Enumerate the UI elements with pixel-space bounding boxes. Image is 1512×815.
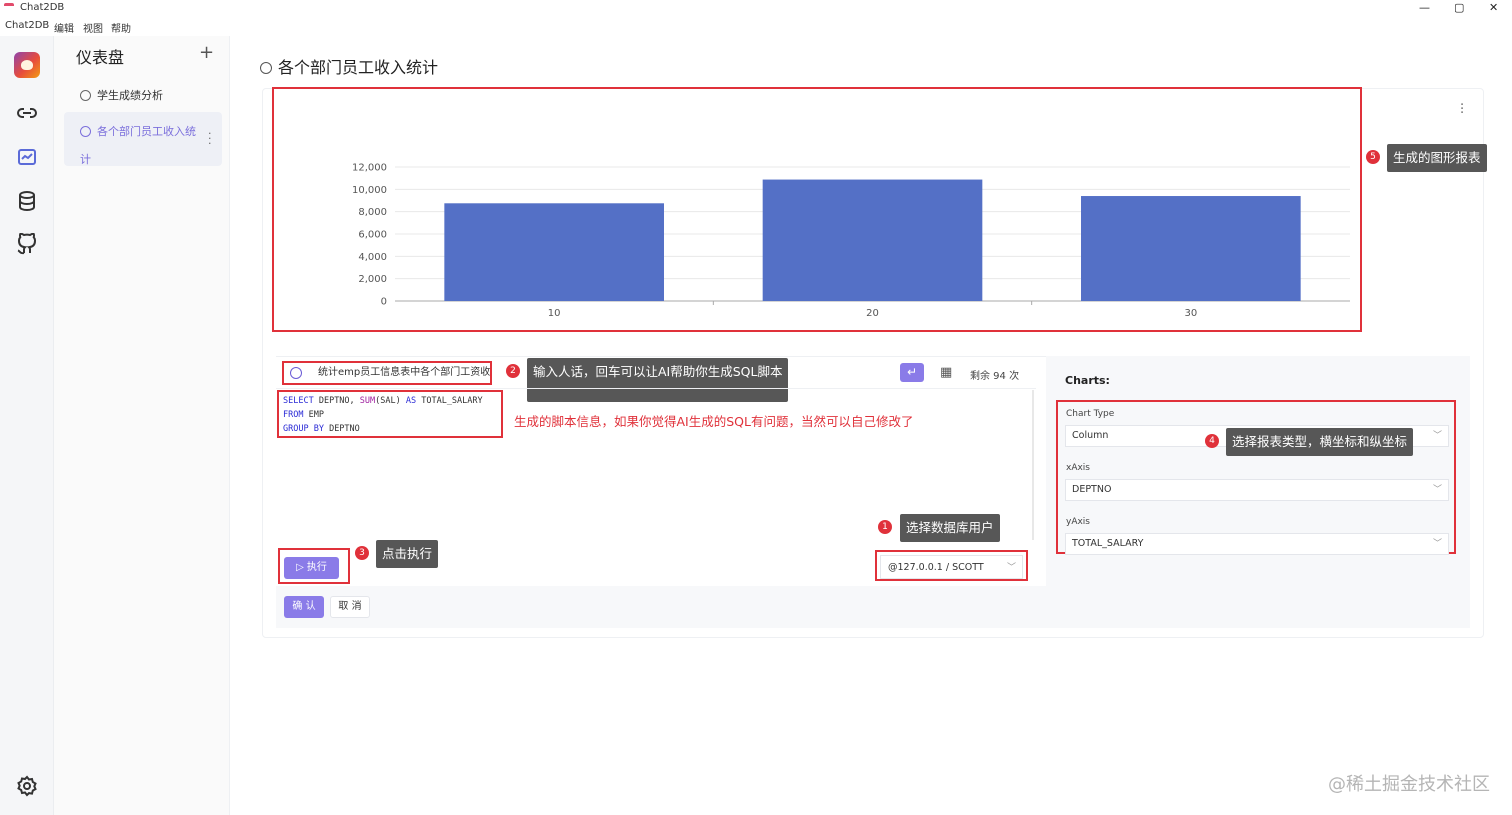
x-tick-label: 10: [548, 308, 561, 319]
charts-heading: Charts:: [1065, 374, 1110, 387]
db-user-select[interactable]: @127.0.0.1 / SCOTT ﹀: [880, 555, 1023, 579]
annotation-tip-2: 输入人话，回车可以让AI帮助你生成SQL脚本: [527, 358, 789, 402]
title-bar: Chat2DB — ▢ ✕: [0, 0, 1512, 18]
remaining-count: 剩余 94 次: [970, 371, 1020, 382]
maximize-button[interactable]: ▢: [1454, 1, 1464, 14]
close-button[interactable]: ✕: [1489, 1, 1498, 14]
sidebar-item-label: 学生成绩分析: [97, 89, 163, 102]
settings-icon[interactable]: [15, 774, 39, 798]
app-title-logo-icon: [4, 3, 14, 11]
y-tick-label: 6,000: [358, 230, 387, 241]
annotation-badge-1: 1: [878, 520, 892, 534]
sidebar-item-student-scores[interactable]: 学生成绩分析: [80, 87, 163, 103]
github-icon[interactable]: [15, 232, 39, 257]
menu-edit[interactable]: 编辑: [54, 20, 74, 35]
chevron-down-icon: ﹀: [1432, 431, 1442, 441]
editor-scrollbar[interactable]: [1032, 390, 1034, 540]
confirm-button[interactable]: 确 认: [284, 596, 324, 618]
chevron-down-icon: ﹀: [1432, 539, 1442, 549]
sql-line: GROUP BY DEPTNO: [283, 424, 360, 434]
xaxis-label: xAxis: [1066, 463, 1090, 473]
chart-type-label: Chart Type: [1066, 409, 1115, 419]
dashboard-title-icon: [260, 62, 272, 74]
page-title-text: 各个部门员工收入统计: [278, 58, 439, 77]
sql-code-editor[interactable]: SELECT DEPTNO, SUM(SAL) AS TOTAL_SALARY F…: [277, 390, 503, 438]
x-tick-label: 20: [866, 308, 879, 319]
bar: [762, 179, 983, 301]
yaxis-value: TOTAL_SALARY: [1072, 538, 1144, 549]
item-more-icon[interactable]: · · ·: [208, 128, 212, 149]
sidebar-item-dept-salary-label[interactable]: 各个部门员工收入统计: [80, 118, 205, 174]
chart-type-value: Column: [1072, 430, 1109, 441]
bar: [444, 203, 664, 301]
editor-divider: [276, 388, 1036, 389]
x-tick-label: 30: [1184, 308, 1197, 319]
dashboard-item-icon: [80, 90, 91, 101]
chevron-down-icon: ﹀: [1432, 485, 1442, 495]
y-tick-label: 4,000: [358, 252, 387, 263]
config-highlight: [1056, 400, 1456, 554]
dashboard-icon[interactable]: [15, 145, 39, 169]
ai-prompt-input[interactable]: 统计emp员工信息表中各个部门工资收入: [282, 361, 492, 385]
y-tick-label: 0: [381, 297, 387, 308]
bar: [1081, 196, 1301, 301]
y-tick-label: 10,000: [352, 185, 387, 196]
annotation-tip-3: 点击执行: [376, 540, 439, 568]
ai-icon: [290, 367, 302, 379]
table-icon[interactable]: ▦: [940, 365, 952, 380]
minimize-button[interactable]: —: [1419, 1, 1430, 14]
add-dashboard-button[interactable]: +: [199, 42, 214, 63]
bar-chart: 0 2,000 4,000 6,000 8,000 10,000 12,000 10 20 30: [352, 163, 1350, 319]
page-title: 各个部门员工收入统计: [260, 54, 438, 78]
app-logo-icon: [14, 52, 40, 78]
y-tick-label: 2,000: [358, 274, 387, 285]
db-user-value: @127.0.0.1 / SCOTT: [888, 562, 984, 573]
menu-help[interactable]: 帮助: [111, 20, 131, 35]
action-bar: [276, 586, 1470, 628]
menu-chat2db[interactable]: Chat2DB: [5, 20, 49, 31]
sql-line: SELECT DEPTNO, SUM(SAL) AS TOTAL_SALARY: [283, 396, 483, 406]
yaxis-select[interactable]: TOTAL_SALARY ﹀: [1065, 533, 1449, 555]
watermark: @稀土掘金技术社区: [1328, 774, 1490, 795]
xaxis-select[interactable]: DEPTNO ﹀: [1065, 479, 1449, 501]
card-more-icon[interactable]: · · ·: [1460, 99, 1464, 120]
yaxis-label: yAxis: [1066, 517, 1090, 527]
script-note: 生成的脚本信息，如果你觉得AI生成的SQL有问题，当然可以自己修改了: [514, 414, 914, 429]
annotation-tip-4: 选择报表类型，横坐标和纵坐标: [1226, 428, 1414, 456]
dashboard-item-icon: [80, 126, 91, 137]
window-title: Chat2DB: [20, 2, 65, 13]
annotation-badge-4: 4: [1205, 434, 1219, 448]
y-tick-label: 12,000: [352, 163, 387, 174]
submit-prompt-button[interactable]: ↵: [900, 363, 924, 382]
sql-line: FROM EMP: [283, 410, 324, 420]
annotation-badge-3: 3: [355, 546, 369, 560]
database-icon[interactable]: [15, 189, 39, 213]
annotation-tip-1: 选择数据库用户: [900, 514, 1000, 542]
menu-bar: Chat2DB 编辑 视图 帮助: [0, 18, 1512, 36]
sidebar-title: 仪表盘: [76, 48, 125, 67]
chevron-down-icon: ﹀: [1006, 563, 1016, 573]
sidebar-item-label: 各个部门员工收入统计: [80, 125, 196, 166]
y-tick-label: 8,000: [358, 207, 387, 218]
cancel-button[interactable]: 取 消: [330, 596, 370, 618]
annotation-tip-5: 生成的图形报表: [1387, 144, 1487, 172]
annotation-badge-5: 5: [1366, 150, 1380, 164]
link-icon[interactable]: [15, 101, 39, 125]
annotation-badge-2: 2: [506, 364, 520, 378]
menu-view[interactable]: 视图: [83, 20, 103, 35]
xaxis-value: DEPTNO: [1072, 484, 1112, 495]
execute-button[interactable]: ▷ 执行: [284, 557, 339, 579]
